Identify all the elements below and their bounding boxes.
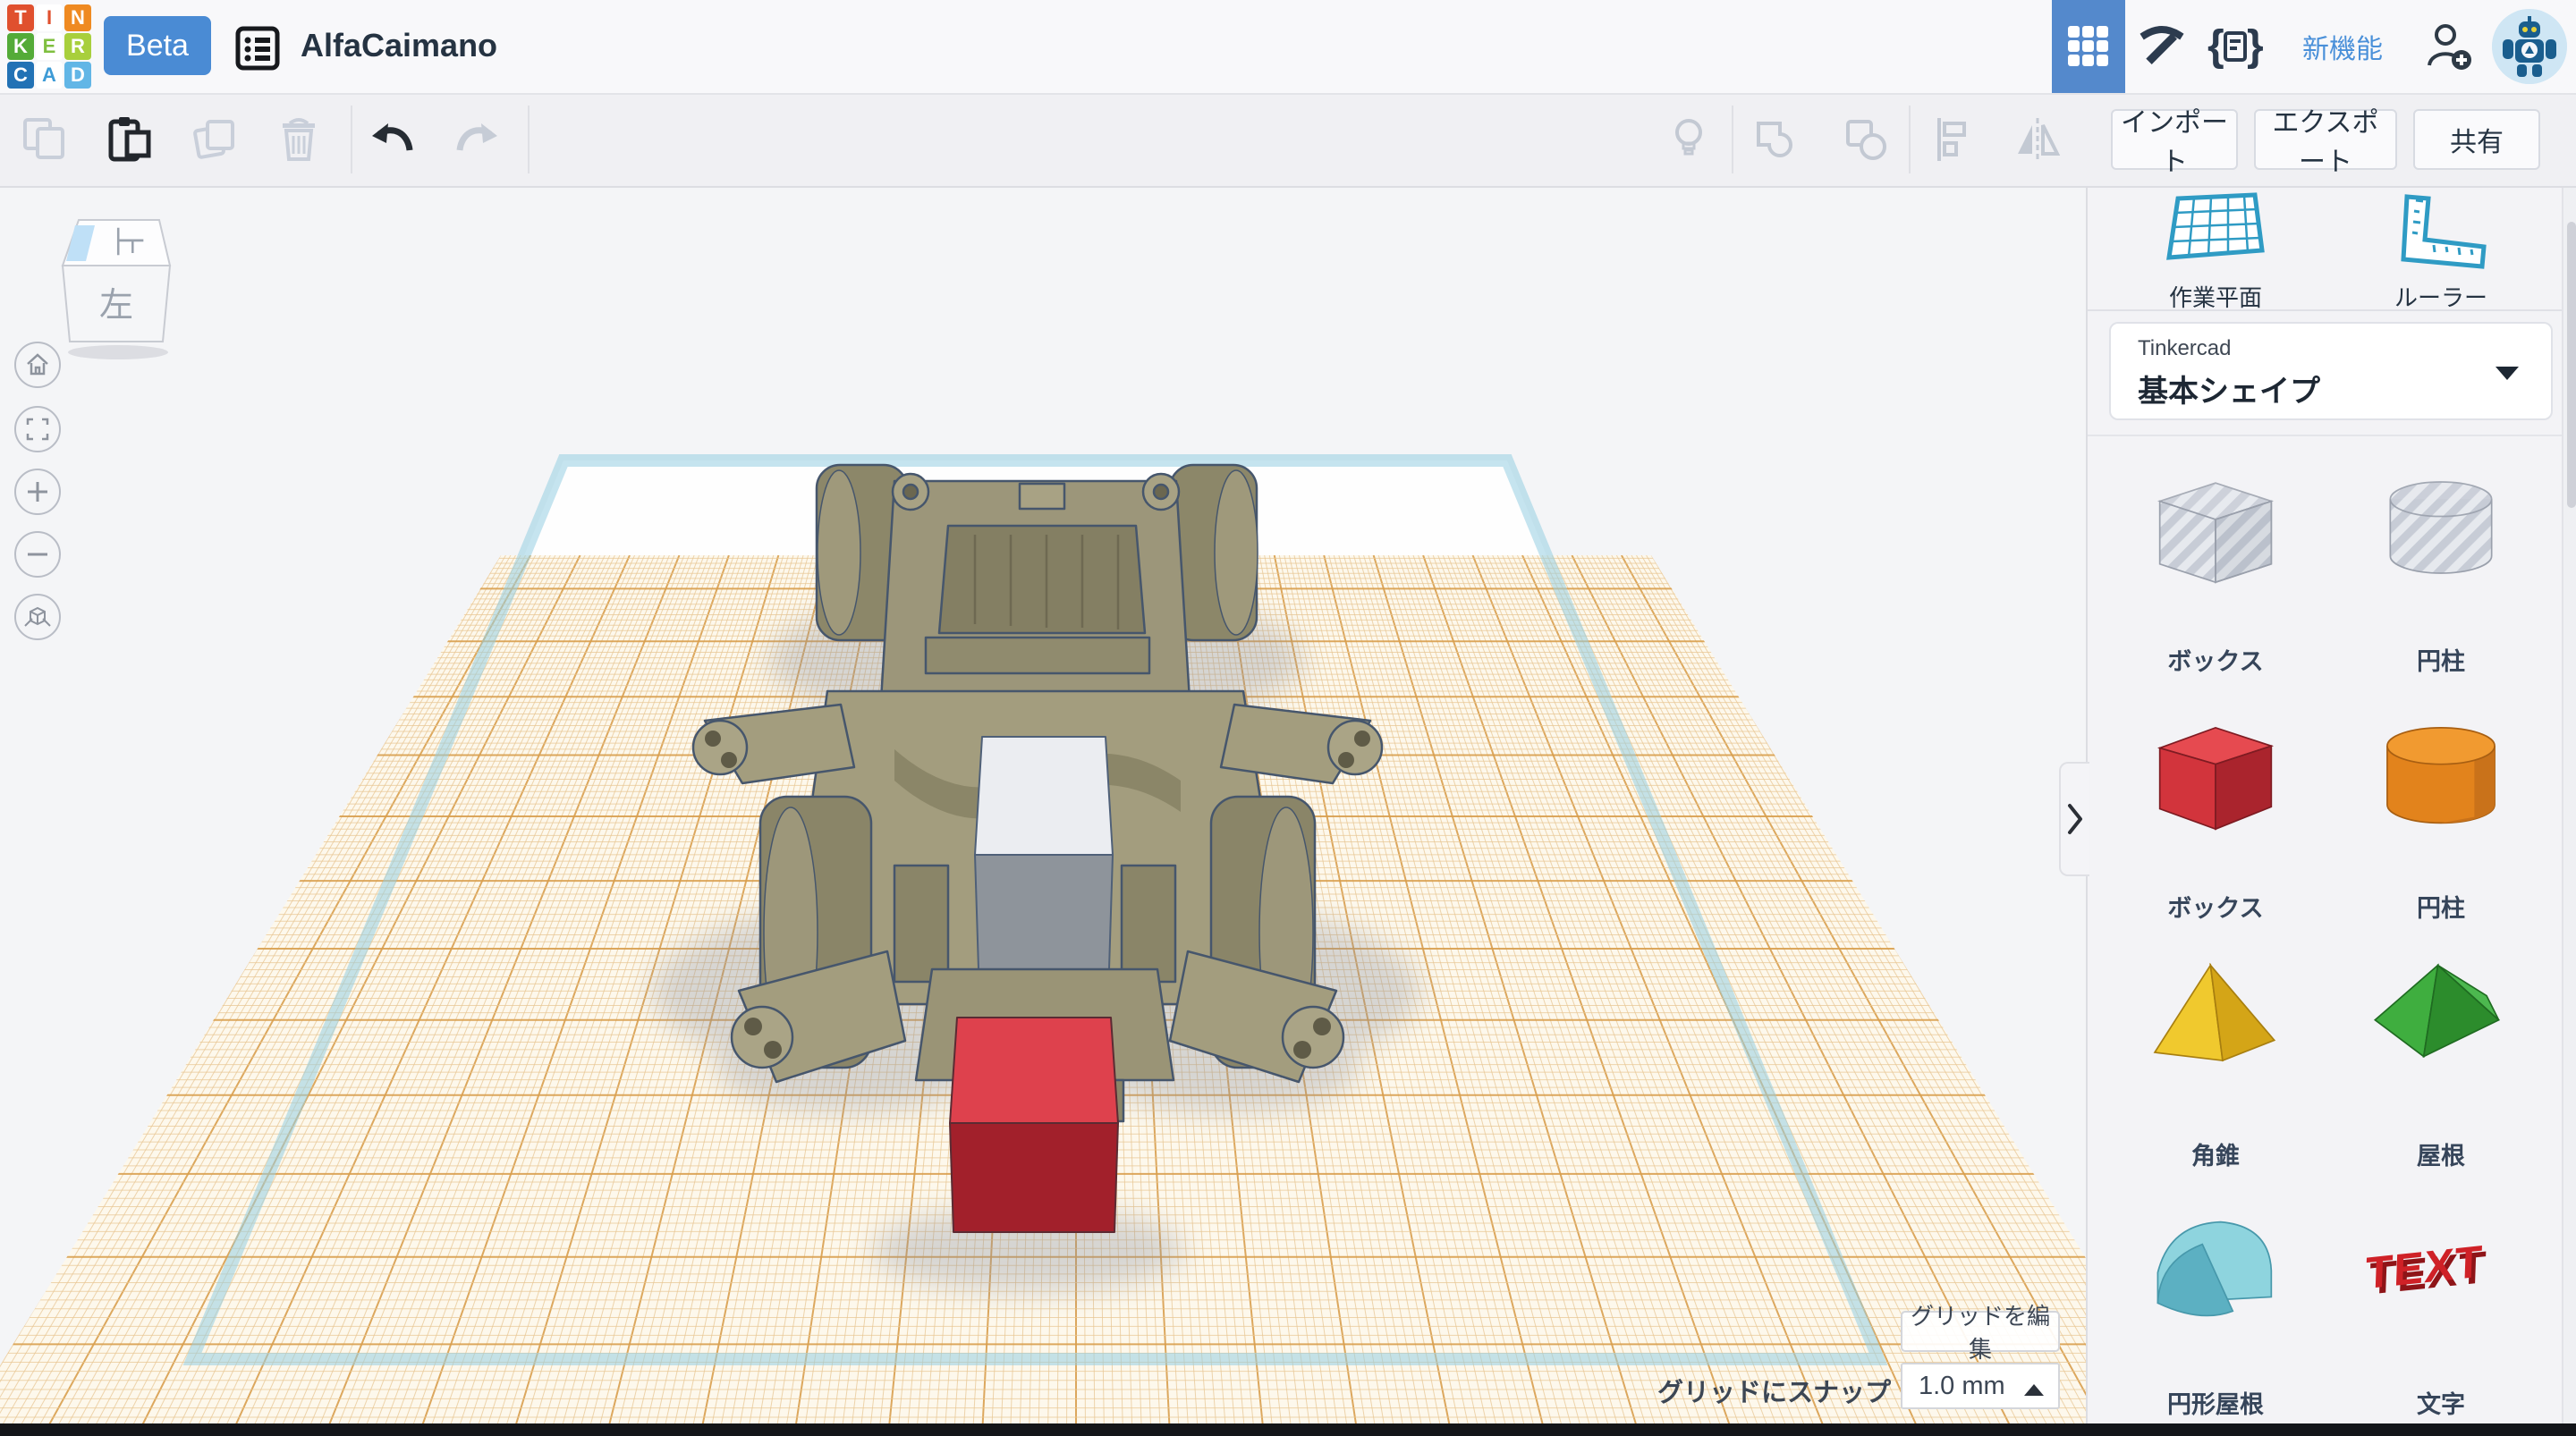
chevron-right-icon [2068, 804, 2082, 834]
blocks-view-button[interactable] [2052, 0, 2125, 93]
design-list-icon[interactable] [234, 25, 281, 76]
toolbar-separator [351, 106, 352, 173]
snap-to-grid-label: グリッドにスナップ [1657, 1379, 1891, 1407]
svg-text:{: { [2207, 22, 2224, 70]
zoom-out-button[interactable] [14, 531, 61, 578]
logo-tile: E [36, 33, 63, 60]
share-button[interactable]: 共有 [2413, 109, 2540, 170]
scrollbar-thumb[interactable] [2567, 222, 2576, 508]
paste-icon[interactable] [104, 114, 154, 165]
undo-icon[interactable] [369, 114, 419, 165]
shape-tile-striped-box[interactable]: ボックス [2126, 456, 2305, 680]
add-person-icon [2428, 24, 2471, 70]
shape-tile-orange-cylinder[interactable]: 円柱 [2351, 703, 2530, 926]
3d-viewport[interactable]: 上 左 グリッドを編集 グリッドにスナップ 1.0 mm [0, 186, 2086, 1436]
ungroup-icon[interactable] [1841, 114, 1891, 165]
caret-up-icon [2024, 1384, 2044, 1396]
logo-tile: N [64, 4, 91, 31]
logo-tile: T [7, 4, 34, 31]
logo-tile: K [7, 33, 34, 60]
perspective-toggle-button[interactable] [14, 594, 61, 640]
zoom-to-fit-button[interactable] [14, 406, 61, 452]
shape-tile-roof[interactable]: 屋根 [2351, 950, 2530, 1174]
header-right-cluster: { } 新機能 [2052, 0, 2576, 93]
white-gray-box[interactable] [974, 736, 1114, 970]
new-features-link[interactable]: 新機能 [2302, 27, 2383, 66]
copy-icon[interactable] [20, 114, 70, 165]
toolbar-separator [1732, 106, 1733, 173]
import-button[interactable]: インポート [2111, 108, 2238, 177]
workplane-scene [0, 454, 2086, 1436]
shapes-panel: 作業平面 ルーラー Tinkercad 基本シェイプ ボックス 円柱 ボックス … [2086, 186, 2576, 1436]
invite-button[interactable] [2413, 0, 2487, 93]
avatar[interactable] [2492, 9, 2567, 84]
tinkercad-logo[interactable]: T I N K E R C A D [7, 4, 91, 89]
logo-tile: R [64, 33, 91, 60]
align-icon[interactable] [1928, 114, 1979, 165]
panel-divider [2088, 435, 2576, 436]
toolbar-separator [1909, 106, 1911, 173]
robot-avatar-icon [2492, 9, 2567, 84]
logo-tile: C [7, 62, 34, 89]
pickaxe-icon [2140, 26, 2184, 64]
caret-down-icon [2496, 367, 2519, 380]
tinkercad-app: T I N K E R C A D Beta AlfaCaimano {} 新… [0, 0, 2576, 1436]
home-view-button[interactable] [14, 342, 61, 388]
shape-tile-text[interactable]: TEXT TEXT 文字 [2351, 1199, 2530, 1423]
viewcube-top-label: 上 [111, 226, 145, 257]
snap-grid-select[interactable]: 1.0 mm [1901, 1363, 2060, 1409]
duplicate-icon[interactable] [190, 114, 240, 165]
tips-icon[interactable] [1664, 114, 1714, 165]
zoom-in-button[interactable] [14, 469, 61, 515]
beta-button[interactable]: Beta [104, 16, 211, 75]
panel-tools-row: 作業平面 ルーラー [2088, 186, 2576, 311]
toolbar-separator [528, 106, 530, 173]
logo-tile: D [64, 62, 91, 89]
export-button[interactable]: エクスポート [2254, 108, 2397, 177]
codeblocks-button[interactable]: { } [2199, 0, 2272, 93]
svg-text:}: } [2247, 22, 2264, 70]
shape-tile-striped-cylinder[interactable]: 円柱 [2351, 456, 2530, 680]
minecraft-export-button[interactable] [2125, 0, 2199, 93]
workplane-tool[interactable]: 作業平面 [2135, 191, 2296, 313]
red-box[interactable] [949, 1017, 1119, 1233]
mirror-icon[interactable] [2012, 114, 2063, 165]
shape-library-dropdown[interactable]: Tinkercad 基本シェイプ [2109, 322, 2553, 420]
toolbar: インポート エクスポート 共有 [0, 93, 2576, 188]
snap-grid-value: 1.0 mm [1919, 1371, 2005, 1400]
shape-tile-red-box[interactable]: ボックス [2126, 703, 2305, 926]
redo-icon[interactable] [451, 114, 501, 165]
design-title[interactable]: AlfaCaimano [301, 27, 497, 64]
library-brand: Tinkercad [2138, 336, 2232, 360]
shape-tile-round-roof[interactable]: 円形屋根 [2126, 1199, 2305, 1423]
panel-scrollbar[interactable] [2562, 186, 2576, 1436]
ruler-icon [2401, 194, 2487, 269]
header: T I N K E R C A D Beta AlfaCaimano {} 新… [0, 0, 2576, 95]
library-name: 基本シェイプ [2138, 375, 2320, 409]
delete-icon[interactable] [274, 114, 324, 165]
caption-bar [0, 1423, 2576, 1436]
workplane-icon [2166, 192, 2265, 260]
viewcube-front-label: 左 [99, 287, 133, 325]
panel-collapse-handle[interactable] [2059, 762, 2089, 876]
edit-grid-button[interactable]: グリッドを編集 [1901, 1303, 2060, 1363]
codeblocks-icon: { } [2207, 22, 2264, 70]
logo-tile: I [36, 4, 63, 31]
ruler-tool[interactable]: ルーラー [2360, 191, 2521, 313]
view-cube[interactable]: 上 左 [52, 211, 186, 367]
shape-tile-pyramid[interactable]: 角錐 [2126, 950, 2305, 1174]
logo-tile: A [36, 62, 63, 89]
group-icon[interactable] [1751, 114, 1801, 165]
